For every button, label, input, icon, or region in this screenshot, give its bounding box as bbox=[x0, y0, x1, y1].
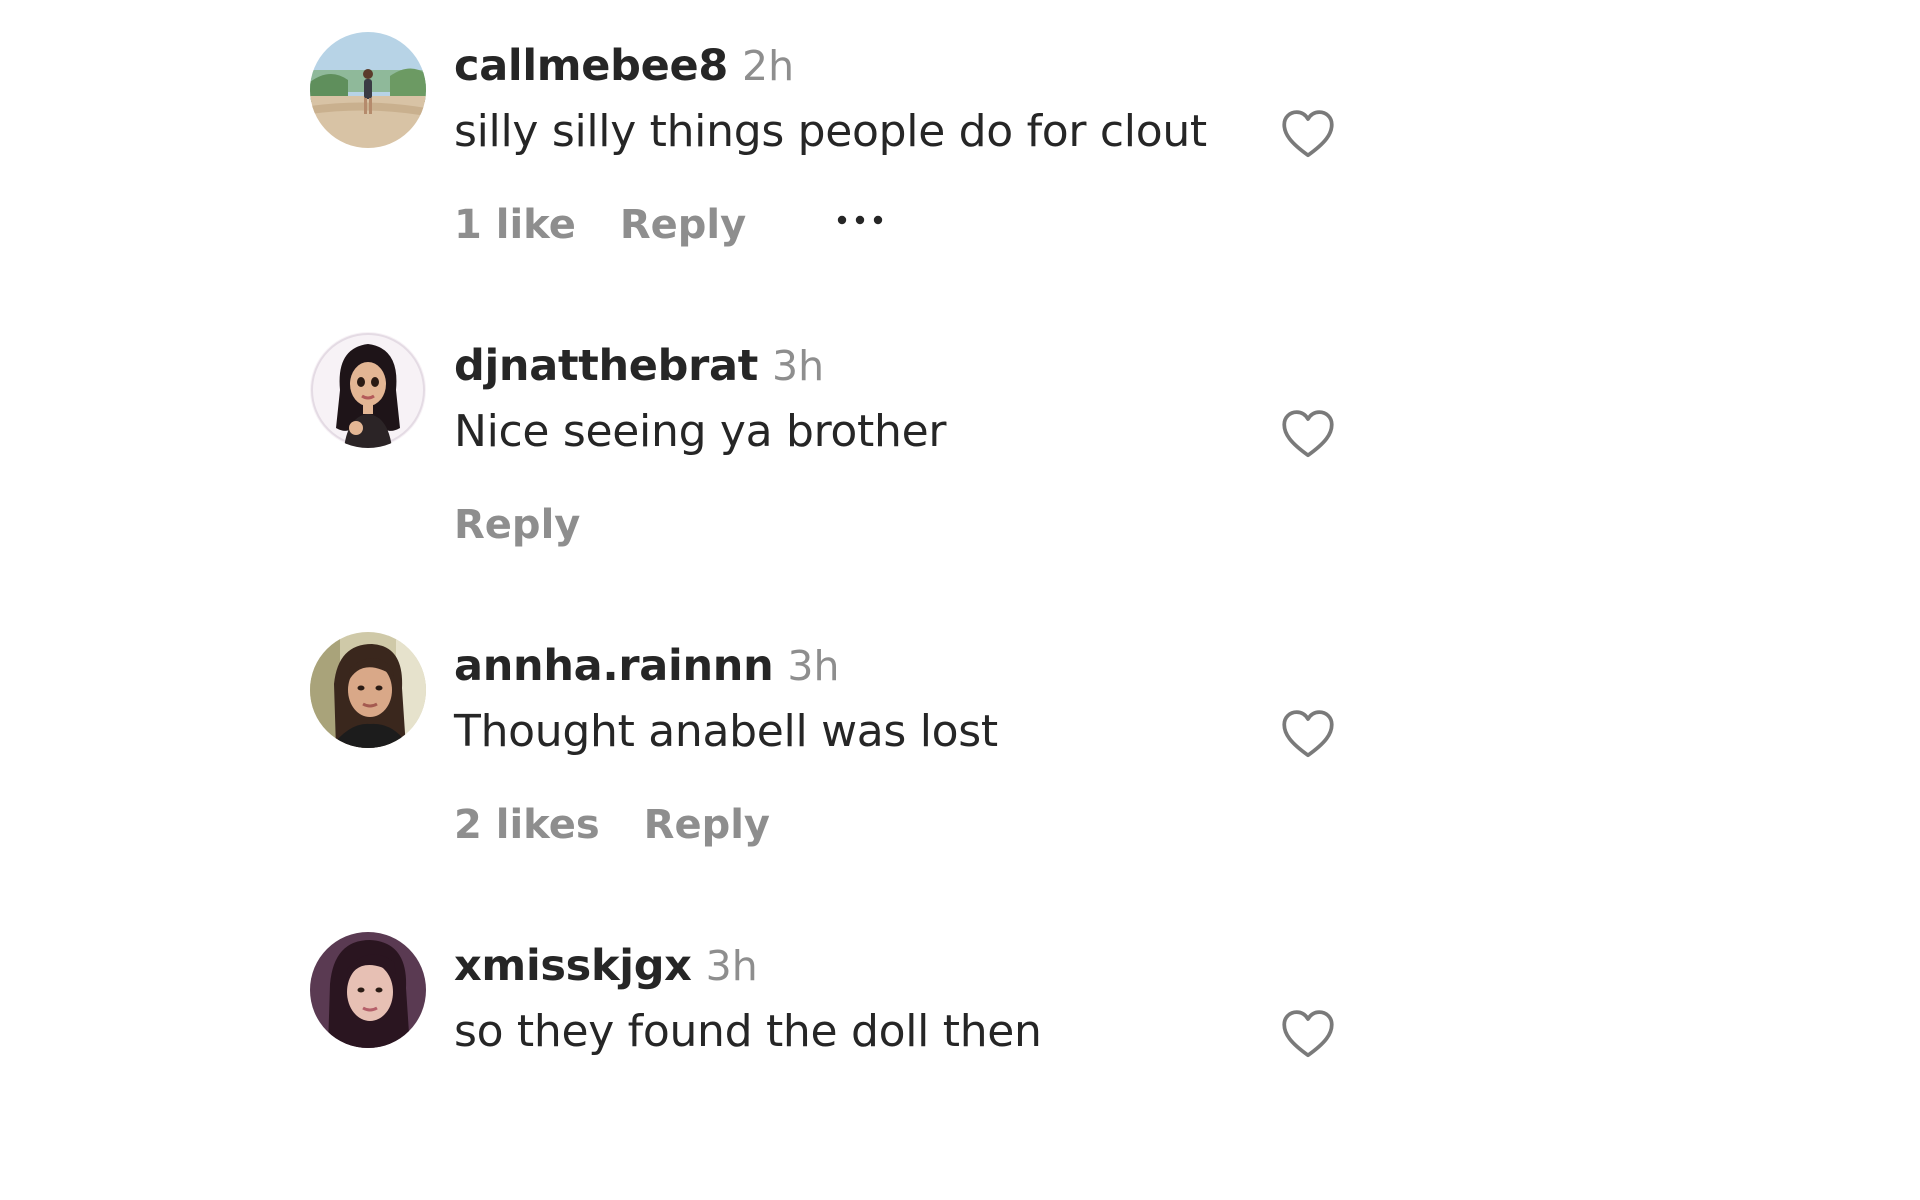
heart-outline-icon bbox=[1282, 110, 1334, 158]
heart-outline-icon bbox=[1282, 410, 1334, 458]
username-link[interactable]: annha.rainnn bbox=[454, 641, 774, 691]
doll-avatar-icon bbox=[310, 332, 426, 448]
likes-count-button[interactable]: 1 like bbox=[454, 202, 576, 248]
comment-text: Thought anabell was lost bbox=[454, 706, 998, 757]
comment-item: djnatthebrat 3h Nice seeing ya brother Re… bbox=[0, 300, 1920, 600]
username-link[interactable]: xmisskjgx bbox=[454, 941, 692, 991]
username-link[interactable]: djnatthebrat bbox=[454, 341, 758, 391]
more-options-button[interactable] bbox=[830, 196, 890, 254]
avatar[interactable] bbox=[310, 32, 426, 148]
comment-text: silly silly things people do for clout bbox=[454, 106, 1207, 157]
comment-actions: 2 likes Reply bbox=[454, 796, 770, 854]
avatar[interactable] bbox=[310, 332, 426, 448]
avatar[interactable] bbox=[310, 632, 426, 748]
timestamp: 2h bbox=[741, 42, 795, 90]
timestamp: 3h bbox=[705, 942, 758, 990]
like-button[interactable] bbox=[1278, 404, 1338, 464]
reply-button[interactable]: Reply bbox=[454, 502, 580, 548]
comment-header: djnatthebrat 3h bbox=[454, 338, 824, 394]
comment-header: callmebee8 2h bbox=[454, 38, 794, 94]
comment-actions: 1 like Reply bbox=[454, 196, 890, 254]
reply-button[interactable]: Reply bbox=[644, 802, 770, 848]
timestamp: 3h bbox=[772, 342, 825, 390]
comments-list: callmebee8 2h silly silly things people d… bbox=[0, 0, 1920, 1080]
reply-button[interactable]: Reply bbox=[620, 202, 746, 248]
comment-item: annha.rainnn 3h Thought anabell was lost … bbox=[0, 600, 1920, 900]
comment-text: Nice seeing ya brother bbox=[454, 406, 947, 457]
comment-item: callmebee8 2h silly silly things people d… bbox=[0, 0, 1920, 300]
selfie-avatar-icon bbox=[310, 632, 426, 748]
like-button[interactable] bbox=[1278, 104, 1338, 164]
like-button[interactable] bbox=[1278, 1004, 1338, 1064]
comment-text: so they found the doll then bbox=[454, 1006, 1042, 1057]
comment-header: xmisskjgx 3h bbox=[454, 938, 758, 994]
heart-outline-icon bbox=[1282, 1010, 1334, 1058]
comment-item: xmisskjgx 3h so they found the doll then bbox=[0, 900, 1920, 1200]
username-link[interactable]: callmebee8 bbox=[454, 41, 728, 91]
timestamp: 3h bbox=[787, 642, 840, 690]
portrait-avatar-icon bbox=[310, 932, 426, 1048]
heart-outline-icon bbox=[1282, 710, 1334, 758]
like-button[interactable] bbox=[1278, 704, 1338, 764]
beach-photo-avatar-icon bbox=[310, 32, 426, 148]
comment-actions: Reply bbox=[454, 496, 580, 554]
comment-header: annha.rainnn 3h bbox=[454, 638, 839, 694]
likes-count-button[interactable]: 2 likes bbox=[454, 802, 600, 848]
more-options-icon bbox=[838, 215, 883, 225]
avatar[interactable] bbox=[310, 932, 426, 1048]
